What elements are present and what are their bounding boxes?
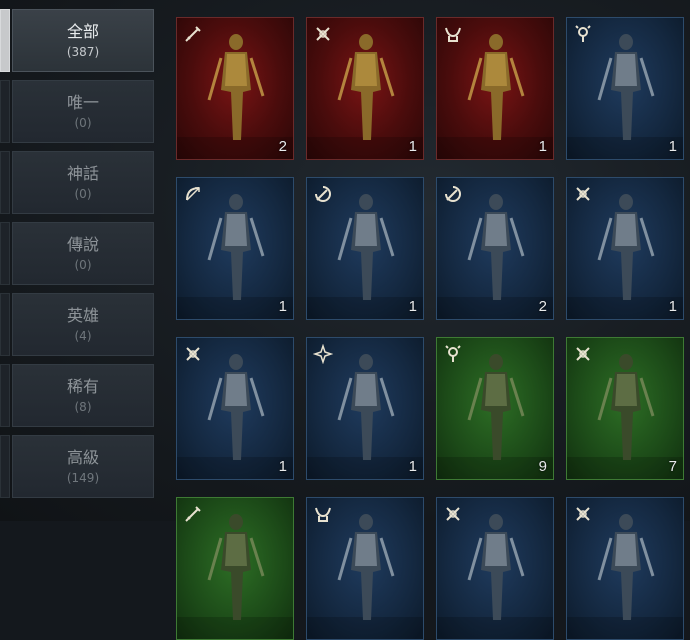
character-card[interactable]: 1 — [306, 177, 424, 320]
character-card[interactable] — [566, 497, 684, 640]
character-card[interactable] — [176, 497, 294, 640]
card-quantity: 2 — [538, 298, 547, 315]
character-figure — [333, 510, 399, 628]
character-card[interactable] — [306, 497, 424, 640]
card-quantity: 7 — [668, 458, 677, 475]
crossed-blades-icon — [311, 22, 335, 46]
blade-whirl-icon — [311, 182, 335, 206]
card-quantity: 1 — [408, 298, 417, 315]
card-quantity: 9 — [538, 458, 547, 475]
character-figure — [593, 30, 659, 148]
crossed-blades-icon — [181, 342, 205, 366]
horned-helm-icon — [311, 502, 335, 526]
character-card[interactable]: 1 — [566, 17, 684, 160]
horned-helm-icon — [441, 22, 465, 46]
crossed-blades-icon — [441, 502, 465, 526]
character-card[interactable]: 2 — [176, 17, 294, 160]
sword-icon — [181, 502, 205, 526]
card-quantity: 1 — [408, 458, 417, 475]
character-figure — [203, 510, 269, 628]
character-card[interactable]: 7 — [566, 337, 684, 480]
crossed-blades-icon — [571, 182, 595, 206]
character-figure — [463, 350, 529, 468]
character-grid: 211111211197 — [0, 0, 690, 640]
card-quantity: 2 — [278, 138, 287, 155]
character-card[interactable]: 1 — [306, 337, 424, 480]
crossed-blades-icon — [571, 502, 595, 526]
character-figure — [463, 190, 529, 308]
blade-whirl-icon — [441, 182, 465, 206]
character-figure — [333, 350, 399, 468]
character-figure — [203, 350, 269, 468]
mage-orb-icon — [571, 22, 595, 46]
card-quantity: 1 — [668, 138, 677, 155]
character-card[interactable]: 1 — [306, 17, 424, 160]
card-quantity: 1 — [278, 298, 287, 315]
character-card[interactable]: 1 — [176, 337, 294, 480]
card-quantity: 1 — [668, 298, 677, 315]
crossed-blades-icon — [571, 342, 595, 366]
character-figure — [463, 510, 529, 628]
card-quantity: 1 — [538, 138, 547, 155]
character-figure — [463, 30, 529, 148]
card-quantity: 1 — [408, 138, 417, 155]
character-figure — [333, 30, 399, 148]
character-card[interactable]: 2 — [436, 177, 554, 320]
character-figure — [593, 350, 659, 468]
character-card[interactable]: 1 — [436, 17, 554, 160]
character-card[interactable] — [436, 497, 554, 640]
character-figure — [333, 190, 399, 308]
star-burst-icon — [311, 342, 335, 366]
character-card[interactable]: 1 — [176, 177, 294, 320]
mage-orb-icon — [441, 342, 465, 366]
card-quantity: 1 — [278, 458, 287, 475]
character-card[interactable]: 9 — [436, 337, 554, 480]
sword-icon — [181, 22, 205, 46]
character-figure — [203, 30, 269, 148]
character-figure — [593, 190, 659, 308]
character-card[interactable]: 1 — [566, 177, 684, 320]
bow-icon — [181, 182, 205, 206]
character-figure — [203, 190, 269, 308]
character-figure — [593, 510, 659, 628]
